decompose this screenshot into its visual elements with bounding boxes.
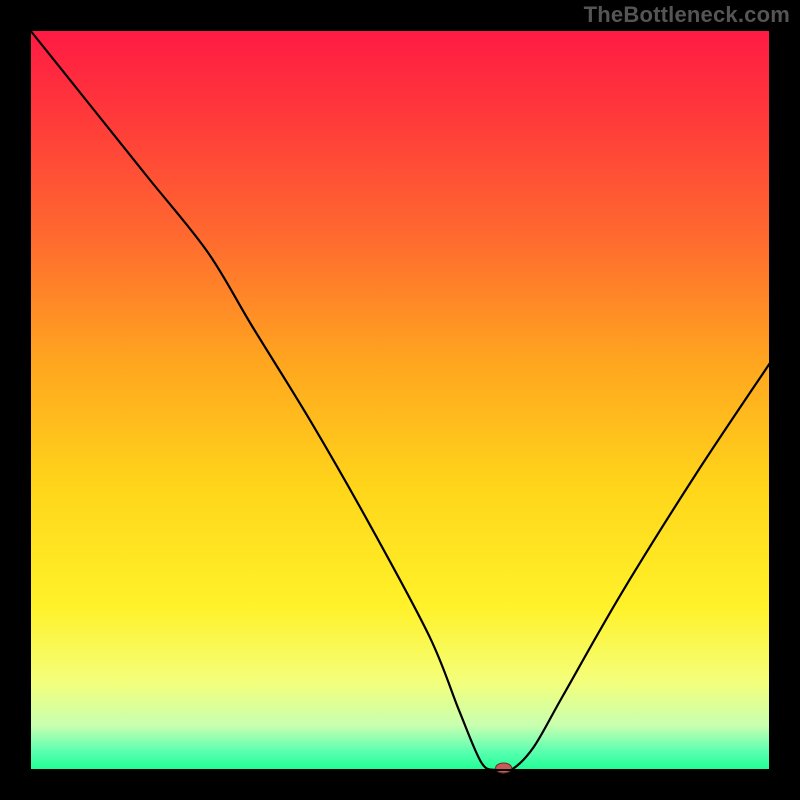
bottleneck-chart bbox=[0, 0, 800, 800]
plot-background bbox=[30, 30, 770, 770]
chart-frame: TheBottleneck.com bbox=[0, 0, 800, 800]
optimal-marker[interactable] bbox=[496, 763, 512, 773]
